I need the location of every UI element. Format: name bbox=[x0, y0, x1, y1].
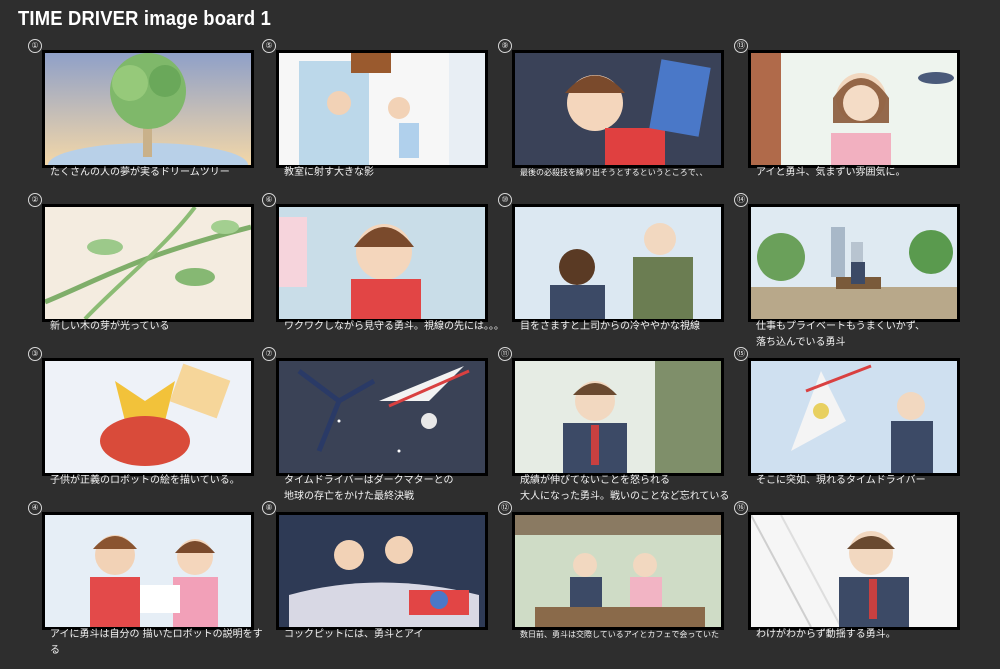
panel-image bbox=[276, 50, 488, 168]
panel-8: ⑧ コックピットには、勇斗とアイ bbox=[262, 501, 492, 652]
panel-image bbox=[42, 50, 254, 168]
panel-caption: 子供が正義のロボットの絵を描いている。 bbox=[50, 475, 240, 486]
panel-image bbox=[748, 50, 960, 168]
panel-image bbox=[512, 50, 724, 168]
panel-image bbox=[42, 204, 254, 322]
panel-5: ⑤ 教室に射す大きな影 bbox=[262, 39, 492, 190]
panel-number: ② bbox=[28, 193, 42, 207]
cafe-meeting-illustration bbox=[515, 515, 721, 627]
kids-explaining-illustration bbox=[45, 515, 251, 627]
panel-7: ⑦ タイムドライバーはダークマターとの 地球の存亡をかけた最終決戦 bbox=[262, 347, 492, 502]
panel-image bbox=[748, 512, 960, 630]
sprout-illustration bbox=[45, 207, 251, 319]
panel-10: ⑩ 目をさますと上司からの冷ややかな視線 bbox=[498, 193, 728, 344]
panel-14: ⑭ 仕事もプライベートもうまくいかず、 落ち込んでいる勇斗 bbox=[734, 193, 964, 348]
panel-caption: 新しい木の芽が光っている bbox=[50, 321, 170, 332]
classroom-shadow-illustration bbox=[279, 53, 485, 165]
panel-caption: タイムドライバーはダークマターとの 地球の存亡をかけた最終決戦 bbox=[284, 475, 454, 502]
panel-number: ⑯ bbox=[734, 501, 748, 515]
panel-15: ⑮ そこに突如、現れるタイムドライバー bbox=[734, 347, 964, 498]
robot-drawing-illustration bbox=[45, 361, 251, 473]
dream-tree-illustration bbox=[45, 53, 251, 165]
panel-9: ⑨ 最後の必殺技を繰り出そうとするというところで、、 bbox=[498, 39, 728, 190]
panel-1: ① たくさんの人の夢が実るドリームツリー bbox=[28, 39, 258, 190]
panel-image bbox=[512, 204, 724, 322]
panel-number: ① bbox=[28, 39, 42, 53]
panel-caption: そこに突如、現れるタイムドライバー bbox=[756, 475, 926, 486]
panel-2: ② 新しい木の芽が光っている bbox=[28, 193, 258, 344]
panel-caption: たくさんの人の夢が実るドリームツリー bbox=[50, 167, 230, 178]
panel-number: ⑥ bbox=[262, 193, 276, 207]
panel-image bbox=[276, 204, 488, 322]
final-battle-illustration bbox=[279, 361, 485, 473]
panel-caption: わけがわからず動揺する勇斗。 bbox=[756, 629, 896, 640]
panel-image bbox=[276, 512, 488, 630]
panel-image bbox=[42, 358, 254, 476]
panel-image bbox=[748, 358, 960, 476]
panel-caption: 教室に射す大きな影 bbox=[284, 167, 374, 178]
confused-adult-illustration bbox=[751, 515, 957, 627]
awkward-ai-illustration bbox=[751, 53, 957, 165]
panel-caption: コックピットには、勇斗とアイ bbox=[284, 629, 424, 640]
panel-number: ⑧ bbox=[262, 501, 276, 515]
park-bench-illustration bbox=[751, 207, 957, 319]
panel-number: ④ bbox=[28, 501, 42, 515]
excited-boy-illustration bbox=[279, 207, 485, 319]
panel-number: ⑫ bbox=[498, 501, 512, 515]
panel-caption: ワクワクしながら見守る勇斗。視線の先には。。。 bbox=[284, 321, 504, 332]
panel-number: ⑩ bbox=[498, 193, 512, 207]
storyboard-grid: ① たくさんの人の夢が実るドリームツリー ② 新しい木の芽が光っている ③ 子供… bbox=[0, 0, 1000, 669]
panel-image bbox=[42, 512, 254, 630]
panel-11: ⑪ 成績が伸びてないことを怒られる 大人になった勇斗。戦いのことなど忘れている bbox=[498, 347, 729, 502]
panel-number: ⑭ bbox=[734, 193, 748, 207]
panel-number: ⑬ bbox=[734, 39, 748, 53]
panel-number: ⑮ bbox=[734, 347, 748, 361]
panel-caption: 数日前、勇斗は交際しているアイとカフェで会っていた bbox=[520, 630, 719, 639]
cockpit-illustration bbox=[279, 515, 485, 627]
panel-caption: 仕事もプライベートもうまくいかず、 落ち込んでいる勇斗 bbox=[756, 321, 925, 348]
panel-16: ⑯ わけがわからず動揺する勇斗。 bbox=[734, 501, 964, 652]
panel-caption: アイと勇斗、気まずい雰囲気に。 bbox=[756, 167, 906, 178]
boss-glare-illustration bbox=[515, 207, 721, 319]
panel-6: ⑥ ワクワクしながら見守る勇斗。視線の先には。。。 bbox=[262, 193, 504, 344]
time-driver-appears-illustration bbox=[751, 361, 957, 473]
panel-caption: 目をさますと上司からの冷ややかな視線 bbox=[520, 321, 700, 332]
panel-caption: 最後の必殺技を繰り出そうとするというところで、、 bbox=[520, 168, 708, 177]
panel-number: ⑤ bbox=[262, 39, 276, 53]
panel-caption: アイに勇斗は自分の 描いたロボットの説明をする bbox=[50, 629, 263, 656]
panel-number: ⑨ bbox=[498, 39, 512, 53]
panel-4: ④ アイに勇斗は自分の 描いたロボットの説明をする bbox=[28, 501, 263, 656]
panel-caption: 成績が伸びてないことを怒られる 大人になった勇斗。戦いのことなど忘れている bbox=[520, 475, 730, 502]
panel-image bbox=[512, 512, 724, 630]
panel-image bbox=[276, 358, 488, 476]
panel-3: ③ 子供が正義のロボットの絵を描いている。 bbox=[28, 347, 258, 498]
panel-number: ⑦ bbox=[262, 347, 276, 361]
scolded-adult-illustration bbox=[515, 361, 721, 473]
panel-number: ③ bbox=[28, 347, 42, 361]
panel-image bbox=[748, 204, 960, 322]
panel-image bbox=[512, 358, 724, 476]
panel-number: ⑪ bbox=[498, 347, 512, 361]
panel-13: ⑬ アイと勇斗、気まずい雰囲気に。 bbox=[734, 39, 964, 190]
special-attack-illustration bbox=[515, 53, 721, 165]
panel-12: ⑫ 数日前、勇斗は交際しているアイとカフェで会っていた bbox=[498, 501, 728, 652]
